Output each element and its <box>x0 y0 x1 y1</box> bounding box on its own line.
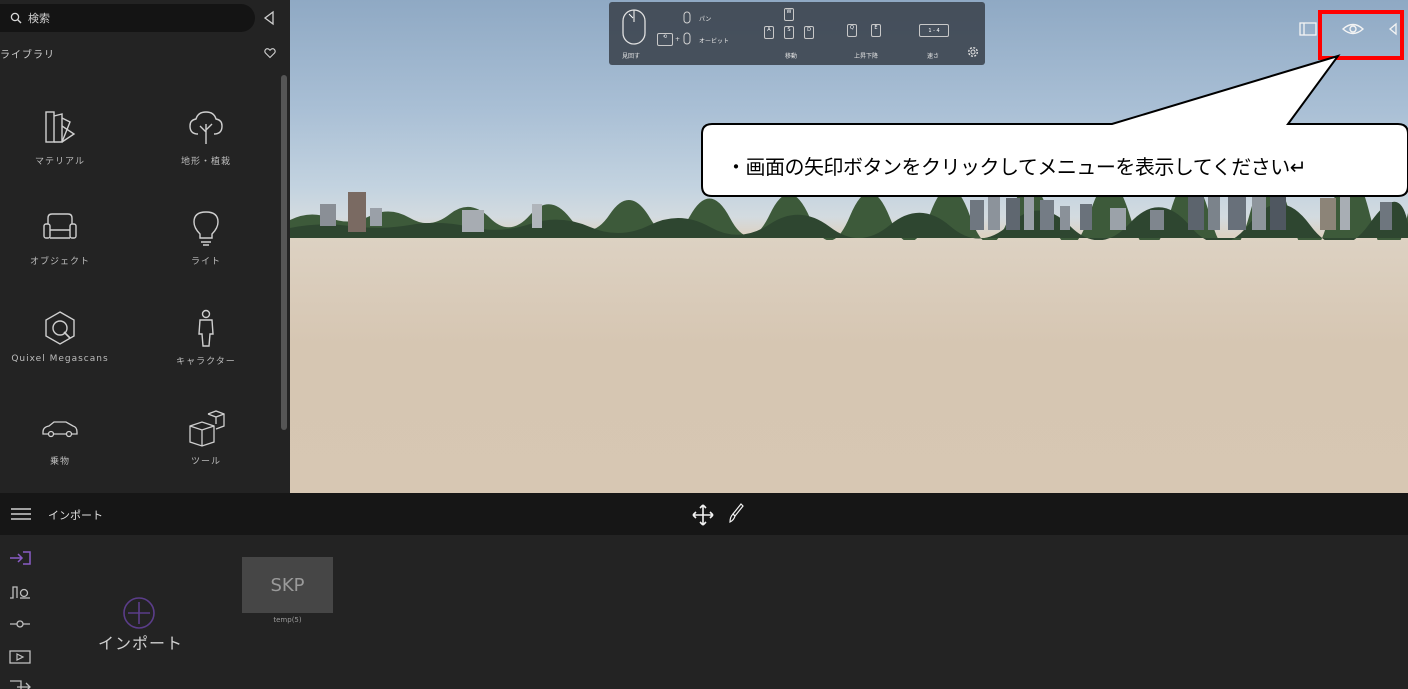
file-thumbnail[interactable]: SKP <box>242 557 333 613</box>
key-d: D <box>804 26 814 39</box>
material-swatch-icon <box>45 111 76 143</box>
category-label: Quixel Megascans <box>11 354 109 364</box>
search-placeholder: 検索 <box>28 12 50 25</box>
category-tool[interactable]: ツール <box>141 408 271 488</box>
import-side-icon[interactable] <box>9 551 31 565</box>
updown-label: 上昇下降 <box>854 53 879 60</box>
pan-mouse-icon <box>683 11 691 24</box>
key-q: Q <box>847 24 857 37</box>
city-skyline <box>290 180 1408 240</box>
3d-viewport[interactable] <box>290 0 1408 493</box>
collapse-panel-icon[interactable] <box>262 10 276 26</box>
person-icon <box>198 309 214 347</box>
heart-icon[interactable] <box>264 47 276 59</box>
category-label: キャラクター <box>176 357 236 367</box>
library-title: ライブラリ <box>0 50 55 61</box>
path-side-icon[interactable] <box>9 585 31 599</box>
key-a: A <box>764 26 774 39</box>
orbit-mouse-icon <box>683 32 691 45</box>
category-label: 乗物 <box>49 457 70 467</box>
category-terrain-planting[interactable]: 地形・植栽 <box>141 108 271 188</box>
file-type-label: SKP <box>270 574 305 596</box>
highlight-box <box>1318 10 1404 60</box>
key-e: E <box>871 24 881 37</box>
tree-icon <box>189 111 223 144</box>
category-label: 地形・植栽 <box>180 157 231 167</box>
import-button-label[interactable]: インポート <box>98 630 183 654</box>
category-material[interactable]: マテリアル <box>0 108 125 188</box>
category-quixel-megascans[interactable]: Quixel Megascans <box>0 308 125 388</box>
brush-tool-icon[interactable] <box>728 503 744 523</box>
mouse-icon <box>622 9 646 45</box>
gear-icon[interactable] <box>967 46 979 58</box>
speed-label: 速さ <box>927 53 940 60</box>
move-label: 移動 <box>785 53 798 60</box>
callout-text: ・画面の矢印ボタンをクリックしてメニューを表示してください↵ <box>726 155 1306 179</box>
library-scrollbar[interactable] <box>281 75 287 430</box>
move-tool-icon[interactable] <box>691 503 715 527</box>
category-character[interactable]: キャラクター <box>141 308 271 388</box>
key-s: S <box>784 26 794 39</box>
export-side-icon[interactable] <box>9 680 31 689</box>
video-side-icon[interactable] <box>9 650 31 664</box>
cubes-icon <box>189 410 225 447</box>
pan-label: パン <box>699 16 712 23</box>
key-w: W <box>784 8 794 21</box>
file-name: temp(5) <box>273 616 302 624</box>
look-label: 見回す <box>622 53 641 60</box>
app-root: 見回す パン ⟲ + オービット W A S D 移動 Q E 上昇下降 1 -… <box>0 0 1408 689</box>
category-label: ツール <box>190 457 221 467</box>
search-input[interactable]: 検索 <box>0 4 255 32</box>
category-label: ライト <box>190 257 221 267</box>
slider-side-icon[interactable] <box>9 617 31 631</box>
category-vehicle[interactable]: 乗物 <box>0 408 125 488</box>
orbit-label: オービット <box>699 38 730 45</box>
speed-keys: 1 - 4 <box>919 24 949 37</box>
category-label: オブジェクト <box>29 257 90 267</box>
bottom-toolbar: インポート <box>0 493 1408 535</box>
search-icon <box>10 12 22 24</box>
sofa-icon <box>43 213 77 239</box>
import-add-icon[interactable] <box>122 596 156 630</box>
import-panel <box>0 535 1408 689</box>
category-light[interactable]: ライト <box>141 208 271 288</box>
category-object[interactable]: オブジェクト <box>0 208 125 288</box>
hamburger-menu-icon[interactable] <box>11 507 31 521</box>
panel-toggle-icon[interactable] <box>1299 22 1317 36</box>
bottom-panel-title: インポート <box>48 509 103 522</box>
lightbulb-icon <box>193 211 219 246</box>
navigation-controls-panel: 見回す パン ⟲ + オービット W A S D 移動 Q E 上昇下降 1 -… <box>609 2 985 65</box>
library-panel: 検索 ライブラリ マテリアル 地形・植栽 オブジェクト ライト Quixel M… <box>0 0 290 493</box>
ctrl-key: ⟲ <box>657 33 673 46</box>
category-label: マテリアル <box>35 157 85 167</box>
car-icon <box>42 421 78 438</box>
megascans-icon <box>45 311 75 345</box>
